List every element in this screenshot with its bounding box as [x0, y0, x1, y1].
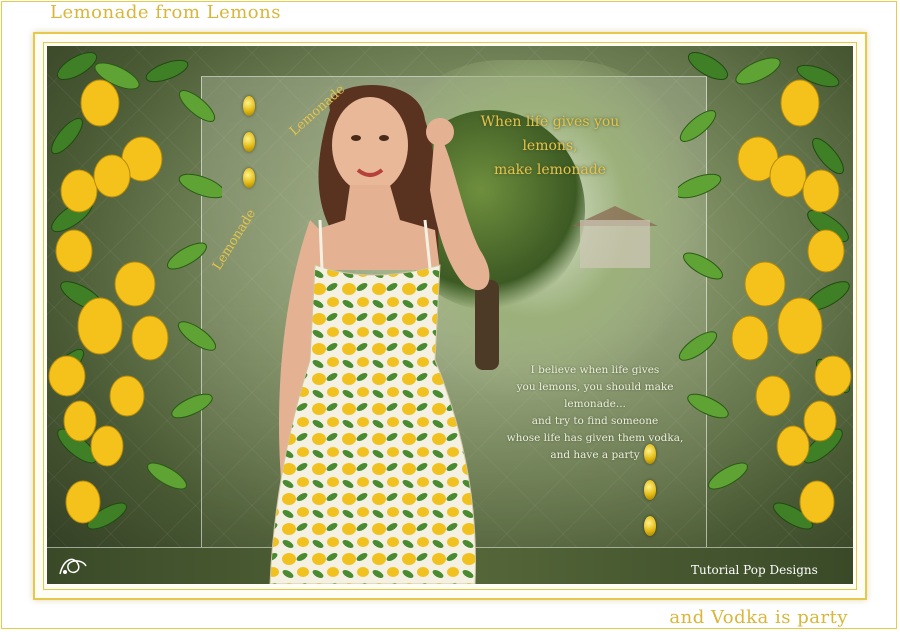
- gold-drop-icon: [644, 516, 656, 536]
- face-shape: [332, 97, 408, 193]
- headline-line-2: make lemonade: [494, 162, 606, 178]
- poem-line-1: I believe when life gives: [530, 364, 660, 376]
- poem-line-2: you lemons, you should make lemonade...: [516, 381, 674, 410]
- lemon-vine-left: [48, 52, 222, 530]
- headline-quote: When life gives you lemons, make lemonad…: [455, 110, 645, 182]
- caption-bottom: and Vodka is party: [669, 607, 848, 628]
- poem-text: I believe when life gives you lemons, yo…: [495, 362, 695, 464]
- lemon-vine-right: [678, 52, 852, 530]
- poem-line-3: and try to find someone: [531, 415, 659, 427]
- poem-line-5: and have a party: [550, 449, 640, 461]
- signature-flourish-icon: [59, 558, 87, 575]
- poem-line-4: whose life has given them vodka,: [506, 432, 684, 444]
- house: [580, 220, 650, 268]
- gold-drop-icon: [644, 480, 656, 500]
- headline-line-1: When life gives you lemons,: [480, 114, 620, 154]
- designer-watermark: Tutorial Pop Designs: [691, 563, 818, 577]
- caption-top: Lemonade from Lemons: [50, 2, 281, 23]
